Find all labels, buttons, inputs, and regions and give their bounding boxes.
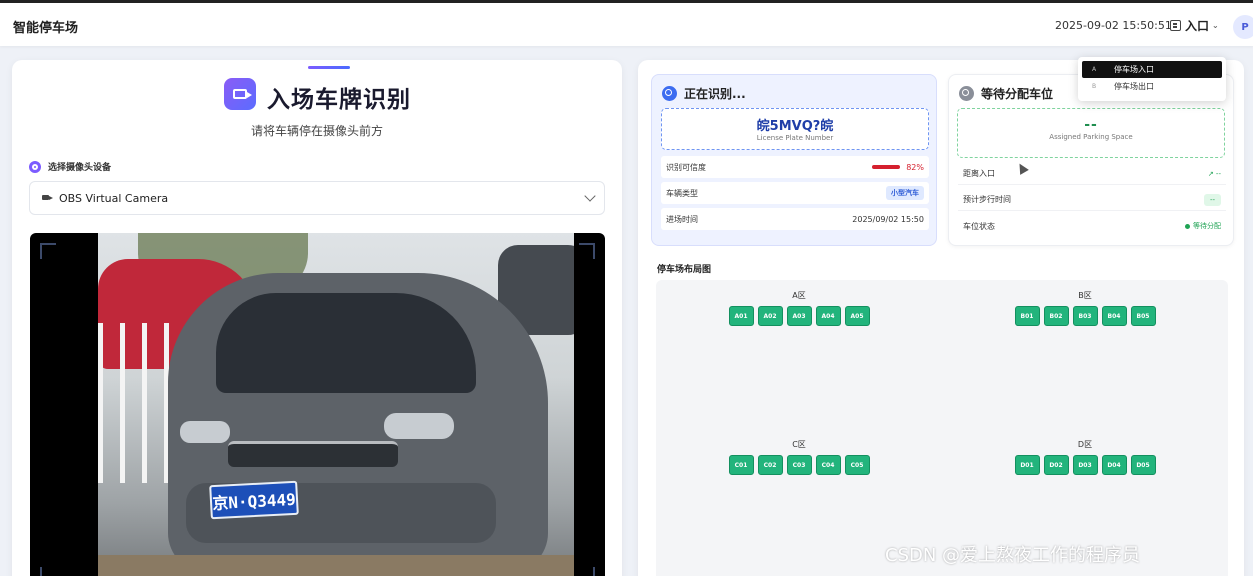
scan-corner-marker: [579, 243, 595, 259]
parking-slot[interactable]: B04: [1101, 306, 1127, 326]
chevron-down-icon: [584, 190, 596, 202]
entry-selector-label: 入口: [1185, 19, 1210, 33]
entry-time-value: 2025/09/02 15:50: [852, 214, 924, 224]
document-icon: [1170, 20, 1181, 31]
top-bar: 智能停车场 2025-09-02 15:50:51 入口 ⌄ P: [0, 0, 1253, 46]
video-camera-icon: [224, 78, 256, 110]
recognition-card-header: 正在识别...: [662, 85, 746, 102]
scan-corner-marker: [40, 243, 56, 259]
entry-selector-button[interactable]: 入口 ⌄: [1170, 17, 1219, 34]
parking-lot-map: A区 A01 A02 A03 A04 A05 B区 B01 B02 B03 B0…: [656, 280, 1228, 576]
parking-slot[interactable]: D04: [1101, 455, 1127, 475]
vehicle-license-plate: 京N·Q3449: [209, 480, 299, 520]
distance-label: 距离入口: [963, 169, 995, 178]
parking-slot[interactable]: B01: [1014, 306, 1040, 326]
assigned-space-caption: Assigned Parking Space: [1049, 133, 1133, 141]
confidence-value: 82%: [906, 162, 924, 172]
parking-slot[interactable]: C01: [728, 455, 754, 475]
parking-slot[interactable]: A02: [757, 306, 783, 326]
confidence-row: 识别可信度 82%: [661, 156, 929, 178]
entry-time-label: 进场时间: [666, 214, 698, 224]
confidence-label: 识别可信度: [666, 162, 706, 172]
parking-slot[interactable]: D05: [1130, 455, 1156, 475]
plate-number: 皖5MVQ?皖: [756, 119, 834, 134]
plate-number-box: 皖5MVQ?皖 License Plate Number: [661, 108, 929, 150]
clock-icon: [662, 86, 677, 101]
page-subtitle: 请将车辆停在摄像头前方: [250, 124, 383, 138]
space-status-label: 车位状态: [963, 221, 995, 231]
vehicle-type-label: 车辆类型: [666, 188, 698, 198]
zone-name: C区: [792, 440, 806, 449]
parking-slot[interactable]: D03: [1072, 455, 1098, 475]
chevron-down-icon: ⌄: [1212, 21, 1219, 30]
zone-name: A区: [792, 291, 806, 300]
target-icon: [29, 160, 41, 173]
confidence-bar: [872, 165, 901, 169]
parking-slot[interactable]: B02: [1043, 306, 1069, 326]
parking-slot[interactable]: A05: [844, 306, 870, 326]
menu-item-label: 停车场出口: [1114, 82, 1154, 91]
menu-item-key: A: [1092, 66, 1097, 73]
space-card-header: 等待分配车位: [959, 85, 1053, 102]
vehicle-type-badge: 小型汽车: [886, 186, 924, 200]
scan-corner-marker: [40, 567, 56, 576]
parking-slot[interactable]: D01: [1014, 455, 1040, 475]
accent-line: [308, 66, 350, 69]
parking-slot[interactable]: A04: [815, 306, 841, 326]
lot-map-title: 停车场布局图: [657, 265, 712, 275]
menu-item-entrance[interactable]: A 停车场入口: [1082, 61, 1222, 78]
space-card-title: 等待分配车位: [981, 87, 1054, 101]
watermark: CSDN @爱上熬夜工作的程序员: [885, 545, 1141, 566]
menu-item-label: 停车场入口: [1114, 65, 1154, 74]
entry-time-row: 进场时间 2025/09/02 15:50: [661, 208, 929, 230]
space-status-row: 车位状态 等待分配: [958, 215, 1226, 237]
entry-recognition-panel: 入场车牌识别 请将车辆停在摄像头前方 选择摄像头设备 OBS Virtual C…: [12, 60, 622, 576]
camera-select-value: OBS Virtual Camera: [59, 191, 169, 205]
clock-icon: [959, 86, 974, 101]
entry-dropdown-menu: A 停车场入口 B 停车场出口: [1078, 57, 1226, 101]
status-dot: [1185, 223, 1190, 229]
parking-slot[interactable]: C05: [844, 455, 870, 475]
zone-a: A区 A01 A02 A03 A04 A05: [726, 290, 872, 326]
avatar[interactable]: P: [1233, 15, 1253, 39]
space-status-value: 等待分配: [1193, 222, 1221, 230]
distance-row: 距离入口 ↗ --: [958, 163, 1226, 185]
webcam-icon: [42, 194, 54, 202]
zone-name: D区: [1077, 440, 1093, 449]
menu-item-exit[interactable]: B 停车场出口: [1082, 78, 1222, 95]
clock: 2025-09-02 15:50:51: [1055, 19, 1172, 32]
status-panel: 正在识别... 皖5MVQ?皖 License Plate Number 识别可…: [638, 60, 1244, 576]
camera-feed: 京N·Q3449: [30, 233, 605, 576]
distance-value: ↗ --: [1207, 169, 1221, 178]
app-title: 智能停车场: [13, 21, 79, 36]
zone-name: B区: [1078, 291, 1092, 300]
camera-frame-image: 京N·Q3449: [98, 233, 574, 576]
recognition-title: 正在识别...: [684, 87, 746, 101]
walk-time-label: 预计步行时间: [963, 195, 1011, 204]
page-title: 入场车牌识别: [267, 87, 411, 113]
parking-slot[interactable]: B03: [1072, 306, 1098, 326]
parking-slot[interactable]: C03: [786, 455, 812, 475]
vehicle-type-row: 车辆类型 小型汽车: [661, 182, 929, 204]
zone-d: D区 D01 D02 D03 D04 D05: [1012, 439, 1158, 475]
zone-c: C区 C01 C02 C03 C04 C05: [726, 439, 872, 475]
walk-time-badge: --: [1203, 193, 1221, 206]
plate-number-caption: License Plate Number: [756, 134, 834, 142]
parking-slot[interactable]: A03: [786, 306, 812, 326]
parking-slot[interactable]: C04: [815, 455, 841, 475]
parking-slot[interactable]: B05: [1130, 306, 1156, 326]
zone-b: B区 B01 B02 B03 B04 B05: [1012, 290, 1158, 326]
menu-item-key: B: [1092, 83, 1097, 90]
camera-label: 选择摄像头设备: [48, 163, 112, 173]
parking-slot[interactable]: A01: [728, 306, 754, 326]
assigned-space-box: -- Assigned Parking Space: [957, 108, 1225, 158]
camera-label-row: 选择摄像头设备: [29, 160, 111, 173]
recognition-card: 正在识别... 皖5MVQ?皖 License Plate Number 识别可…: [651, 74, 937, 246]
assigned-space-number: --: [1084, 117, 1098, 133]
camera-select[interactable]: OBS Virtual Camera: [29, 181, 605, 215]
walk-time-row: 预计步行时间 --: [958, 189, 1226, 211]
scan-corner-marker: [579, 567, 595, 576]
parking-slot[interactable]: C02: [757, 455, 783, 475]
parking-slot[interactable]: D02: [1043, 455, 1069, 475]
